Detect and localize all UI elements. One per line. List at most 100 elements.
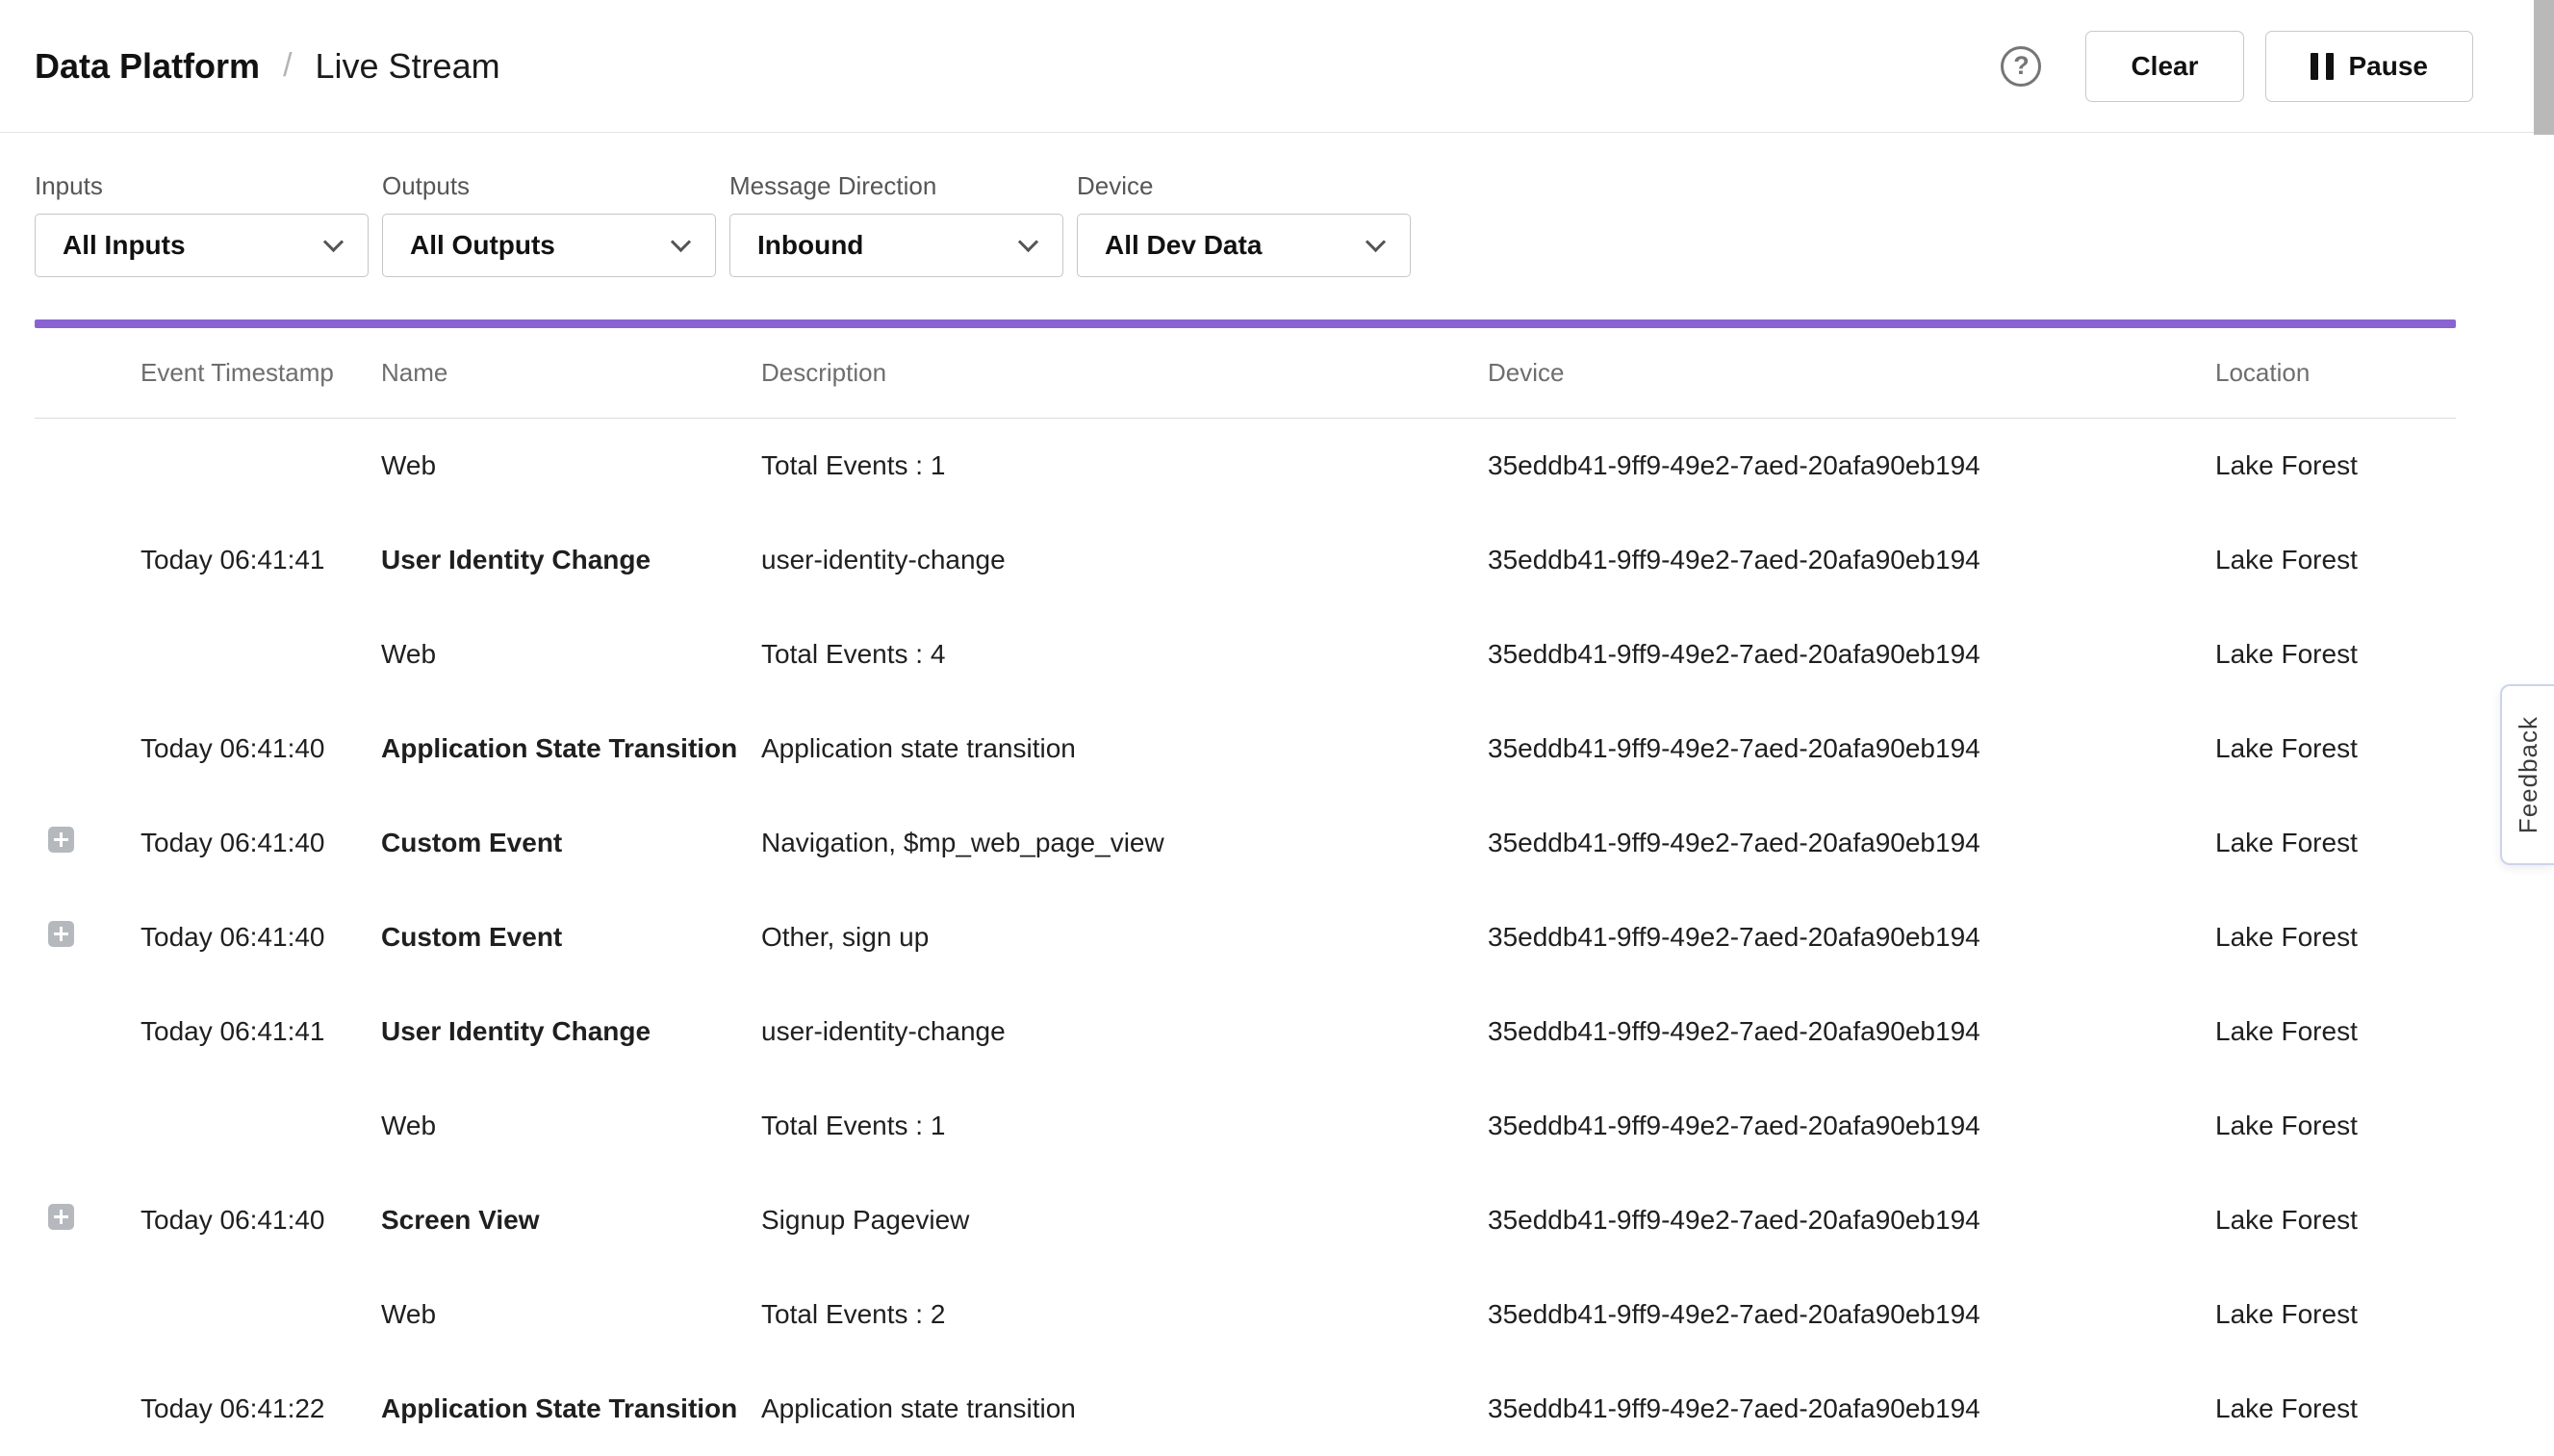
cell-name: Custom Event	[381, 828, 761, 858]
cell-name: Web	[381, 639, 761, 670]
cell-name: Application State Transition	[381, 733, 761, 764]
cell-location: Lake Forest	[2215, 1205, 2456, 1236]
pause-icon	[2311, 53, 2334, 80]
cell-event-timestamp: Today 06:41:40	[140, 1205, 381, 1236]
filter-device-value: All Dev Data	[1105, 230, 1262, 261]
table-row[interactable]: Today 06:41:41 User Identity Change user…	[35, 513, 2456, 607]
filter-message-direction-value: Inbound	[757, 230, 863, 261]
breadcrumb-separator: /	[283, 47, 292, 85]
column-device: Device	[1488, 358, 2215, 388]
pause-button[interactable]: Pause	[2265, 31, 2474, 102]
feedback-tab[interactable]: Feedback	[2500, 684, 2554, 865]
cell-device: 35eddb41-9ff9-49e2-7aed-20afa90eb194	[1488, 450, 2215, 481]
expand-plus-icon[interactable]	[48, 1204, 74, 1230]
clear-button[interactable]: Clear	[2085, 31, 2243, 102]
page-title: Live Stream	[316, 46, 500, 87]
cell-device: 35eddb41-9ff9-49e2-7aed-20afa90eb194	[1488, 922, 2215, 953]
cell-event-timestamp: Today 06:41:41	[140, 1016, 381, 1047]
cell-location: Lake Forest	[2215, 639, 2456, 670]
cell-location: Lake Forest	[2215, 1299, 2456, 1330]
expand-plus-icon[interactable]	[48, 921, 74, 947]
filter-message-direction: Message Direction Inbound	[729, 171, 1063, 277]
cell-description: user-identity-change	[761, 545, 1488, 575]
cell-device: 35eddb41-9ff9-49e2-7aed-20afa90eb194	[1488, 1393, 2215, 1424]
cell-description: Navigation, $mp_web_page_view	[761, 828, 1488, 858]
table-row[interactable]: Web Total Events : 4 35eddb41-9ff9-49e2-…	[35, 607, 2456, 702]
cell-location: Lake Forest	[2215, 1111, 2456, 1141]
cell-location: Lake Forest	[2215, 922, 2456, 953]
table-row[interactable]: Today 06:41:40 Custom Event Navigation, …	[35, 796, 2456, 890]
breadcrumb: Data Platform / Live Stream	[35, 46, 500, 87]
filter-message-direction-select[interactable]: Inbound	[729, 214, 1063, 277]
pause-button-label: Pause	[2349, 51, 2429, 82]
table-row[interactable]: Today 06:41:40 Custom Event Other, sign …	[35, 890, 2456, 984]
cell-name: Web	[381, 450, 761, 481]
cell-description: Other, sign up	[761, 922, 1488, 953]
filter-message-direction-label: Message Direction	[729, 171, 1063, 201]
cell-device: 35eddb41-9ff9-49e2-7aed-20afa90eb194	[1488, 1111, 2215, 1141]
cell-device: 35eddb41-9ff9-49e2-7aed-20afa90eb194	[1488, 733, 2215, 764]
table-row[interactable]: Web Total Events : 2 35eddb41-9ff9-49e2-…	[35, 1267, 2456, 1362]
cell-name: Application State Transition	[381, 1393, 761, 1424]
cell-device: 35eddb41-9ff9-49e2-7aed-20afa90eb194	[1488, 828, 2215, 858]
table-header: Event Timestamp Name Description Device …	[35, 328, 2456, 419]
chevron-down-icon	[671, 232, 691, 252]
filter-inputs: Inputs All Inputs	[35, 171, 369, 277]
table-row[interactable]: Today 06:41:41 User Identity Change user…	[35, 984, 2456, 1079]
table-row[interactable]: Today 06:41:22 Application State Transit…	[35, 1362, 2456, 1456]
cell-event-timestamp: Today 06:41:41	[140, 545, 381, 575]
filter-device-select[interactable]: All Dev Data	[1077, 214, 1411, 277]
table-row[interactable]: Web Total Events : 1 35eddb41-9ff9-49e2-…	[35, 419, 2456, 513]
cell-location: Lake Forest	[2215, 1393, 2456, 1424]
filter-inputs-value: All Inputs	[63, 230, 186, 261]
cell-event-timestamp: Today 06:41:40	[140, 733, 381, 764]
cell-description: Application state transition	[761, 1393, 1488, 1424]
breadcrumb-section[interactable]: Data Platform	[35, 46, 260, 87]
filter-inputs-label: Inputs	[35, 171, 369, 201]
clear-button-label: Clear	[2131, 51, 2198, 82]
cell-name: User Identity Change	[381, 1016, 761, 1047]
column-event-timestamp: Event Timestamp	[140, 358, 381, 388]
cell-name: Web	[381, 1111, 761, 1141]
filter-outputs-label: Outputs	[382, 171, 716, 201]
cell-location: Lake Forest	[2215, 545, 2456, 575]
cell-location: Lake Forest	[2215, 450, 2456, 481]
feedback-tab-label: Feedback	[2514, 716, 2543, 833]
table-row[interactable]: Today 06:41:40 Screen View Signup Pagevi…	[35, 1173, 2456, 1267]
cell-event-timestamp: Today 06:41:40	[140, 828, 381, 858]
cell-event-timestamp: Today 06:41:40	[140, 922, 381, 953]
filters-bar: Inputs All Inputs Outputs All Outputs Me…	[0, 133, 2554, 277]
cell-description: Total Events : 1	[761, 450, 1488, 481]
filter-inputs-select[interactable]: All Inputs	[35, 214, 369, 277]
chevron-down-icon	[1018, 232, 1038, 252]
column-name: Name	[381, 358, 761, 388]
table-body: Web Total Events : 1 35eddb41-9ff9-49e2-…	[35, 419, 2456, 1456]
cell-device: 35eddb41-9ff9-49e2-7aed-20afa90eb194	[1488, 639, 2215, 670]
column-description: Description	[761, 358, 1488, 388]
filter-device-label: Device	[1077, 171, 1411, 201]
table-row[interactable]: Web Total Events : 1 35eddb41-9ff9-49e2-…	[35, 1079, 2456, 1173]
expand-plus-icon[interactable]	[48, 827, 74, 853]
cell-description: user-identity-change	[761, 1016, 1488, 1047]
cell-name: Screen View	[381, 1205, 761, 1236]
table-row[interactable]: Today 06:41:40 Application State Transit…	[35, 702, 2456, 796]
header-actions: ? Clear Pause	[2001, 31, 2473, 102]
chevron-down-icon	[323, 232, 344, 252]
scrollbar-thumb[interactable]	[2534, 0, 2554, 135]
cell-description: Signup Pageview	[761, 1205, 1488, 1236]
cell-name: User Identity Change	[381, 545, 761, 575]
cell-device: 35eddb41-9ff9-49e2-7aed-20afa90eb194	[1488, 1299, 2215, 1330]
cell-device: 35eddb41-9ff9-49e2-7aed-20afa90eb194	[1488, 1205, 2215, 1236]
page-header: Data Platform / Live Stream ? Clear Paus…	[0, 0, 2554, 133]
cell-device: 35eddb41-9ff9-49e2-7aed-20afa90eb194	[1488, 545, 2215, 575]
cell-description: Total Events : 2	[761, 1299, 1488, 1330]
filter-outputs-select[interactable]: All Outputs	[382, 214, 716, 277]
cell-description: Application state transition	[761, 733, 1488, 764]
cell-location: Lake Forest	[2215, 1016, 2456, 1047]
cell-name: Web	[381, 1299, 761, 1330]
cell-location: Lake Forest	[2215, 828, 2456, 858]
filter-outputs: Outputs All Outputs	[382, 171, 716, 277]
help-icon[interactable]: ?	[2001, 46, 2041, 87]
cell-location: Lake Forest	[2215, 733, 2456, 764]
cell-name: Custom Event	[381, 922, 761, 953]
